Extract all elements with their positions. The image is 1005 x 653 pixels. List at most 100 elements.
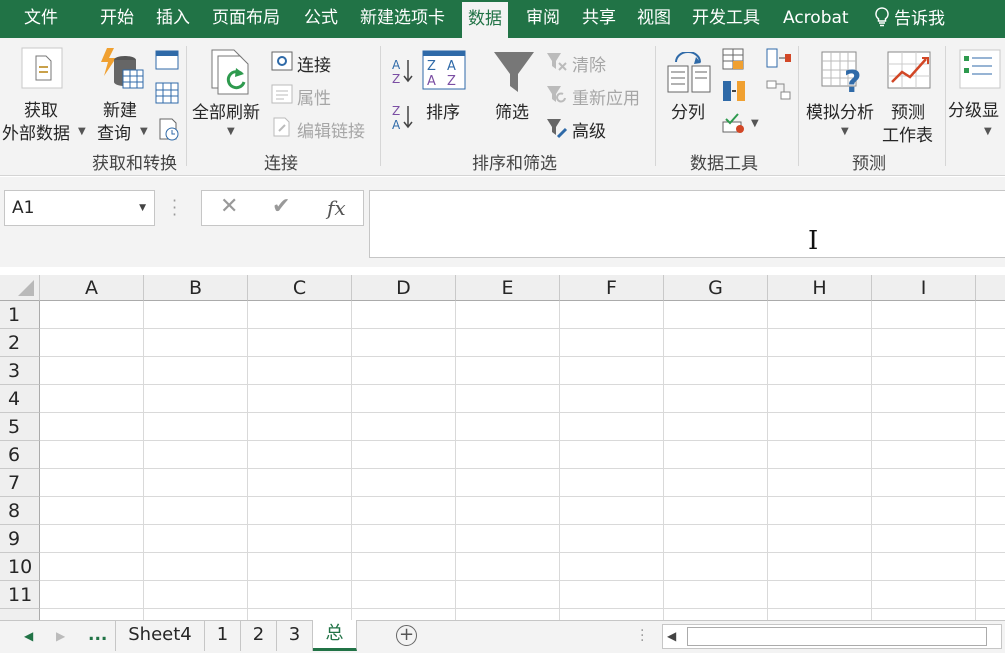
cell[interactable]	[976, 357, 1005, 385]
tell-me-box[interactable]: 告诉我	[874, 0, 945, 38]
cell[interactable]	[664, 385, 768, 413]
cell[interactable]	[144, 357, 248, 385]
cell[interactable]	[664, 441, 768, 469]
row-header[interactable]: 3	[0, 357, 40, 385]
sort-descending-icon[interactable]: ZA	[390, 102, 414, 132]
tab-page-layout[interactable]: 页面布局	[212, 0, 280, 38]
cell[interactable]	[976, 441, 1005, 469]
cell[interactable]	[40, 441, 144, 469]
cell[interactable]	[664, 525, 768, 553]
cell[interactable]	[352, 413, 456, 441]
column-header[interactable]: F	[560, 275, 664, 301]
cell[interactable]	[40, 525, 144, 553]
cell[interactable]	[768, 553, 872, 581]
cell[interactable]	[248, 357, 352, 385]
cell[interactable]	[352, 469, 456, 497]
tab-insert[interactable]: 插入	[156, 0, 190, 38]
show-queries-icon[interactable]	[155, 50, 179, 70]
cell[interactable]	[144, 413, 248, 441]
from-table-icon[interactable]	[155, 82, 179, 104]
cell[interactable]	[560, 553, 664, 581]
get-external-data-label-2[interactable]: 外部数据	[2, 119, 70, 144]
row-header[interactable]: 2	[0, 329, 40, 357]
cell[interactable]	[248, 301, 352, 329]
refresh-all-label[interactable]: 全部刷新	[192, 98, 260, 123]
advanced-button[interactable]: 高级	[572, 117, 606, 142]
cell[interactable]	[560, 385, 664, 413]
cell[interactable]	[248, 525, 352, 553]
column-header[interactable]: C	[248, 275, 352, 301]
cell[interactable]	[40, 609, 144, 620]
cell[interactable]	[248, 385, 352, 413]
row-header[interactable]: 1	[0, 301, 40, 329]
tab-file[interactable]: 文件	[24, 0, 58, 38]
cell[interactable]	[560, 441, 664, 469]
properties-button[interactable]: 属性	[297, 84, 331, 109]
cell[interactable]	[248, 441, 352, 469]
cell[interactable]	[560, 301, 664, 329]
splitter-handle-icon[interactable]: · · ·	[640, 624, 644, 648]
sheet-tab-1[interactable]: 1	[205, 621, 241, 651]
cell[interactable]	[768, 441, 872, 469]
cell[interactable]	[768, 581, 872, 609]
cell[interactable]	[144, 581, 248, 609]
cell[interactable]	[352, 385, 456, 413]
more-sheets-button[interactable]: ...	[88, 625, 107, 645]
scroll-left-arrow-icon[interactable]: ◀	[667, 629, 676, 643]
cell[interactable]	[456, 329, 560, 357]
cell[interactable]	[976, 609, 1005, 620]
chevron-down-icon[interactable]: ▼	[139, 191, 146, 225]
cell[interactable]	[560, 329, 664, 357]
chevron-down-icon[interactable]: ▼	[841, 126, 849, 137]
tab-formulas[interactable]: 公式	[304, 0, 338, 38]
sheet-tab-sheet4[interactable]: Sheet4	[115, 621, 205, 651]
what-if-analysis-button[interactable]: 模拟分析	[806, 98, 874, 123]
tab-share[interactable]: 共享	[582, 0, 616, 38]
cell[interactable]	[664, 553, 768, 581]
text-to-columns-button[interactable]: 分列	[671, 98, 705, 123]
cell[interactable]	[456, 581, 560, 609]
cell[interactable]	[40, 497, 144, 525]
worksheet-grid[interactable]: A B C D E F G H I 1 2 3 4 5 6 7 8 9 10 11	[0, 275, 1005, 620]
cell[interactable]	[144, 553, 248, 581]
cell[interactable]	[40, 553, 144, 581]
cell[interactable]	[976, 469, 1005, 497]
cell[interactable]	[144, 497, 248, 525]
cell[interactable]	[872, 581, 976, 609]
cell[interactable]	[872, 553, 976, 581]
cell[interactable]	[352, 357, 456, 385]
cell[interactable]	[872, 385, 976, 413]
consolidate-icon[interactable]	[766, 48, 792, 68]
cell[interactable]	[456, 385, 560, 413]
cancel-icon[interactable]: ✕	[220, 194, 238, 219]
edit-links-button[interactable]: 编辑链接	[297, 117, 365, 142]
cell[interactable]	[248, 553, 352, 581]
cell[interactable]	[872, 609, 976, 620]
insert-function-icon[interactable]: fx	[327, 196, 346, 220]
cell[interactable]	[40, 469, 144, 497]
cell[interactable]	[456, 413, 560, 441]
cell[interactable]	[976, 385, 1005, 413]
chevron-down-icon[interactable]: ▼	[227, 126, 235, 137]
cell[interactable]	[40, 301, 144, 329]
tab-view[interactable]: 视图	[637, 0, 671, 38]
row-header[interactable]: 11	[0, 581, 40, 609]
sort-ascending-icon[interactable]: AZ	[390, 56, 414, 86]
relationships-icon[interactable]	[766, 80, 792, 100]
filter-button[interactable]: 筛选	[495, 98, 529, 123]
cell[interactable]	[872, 413, 976, 441]
cell[interactable]	[40, 385, 144, 413]
remove-duplicates-icon[interactable]	[722, 80, 746, 102]
cell[interactable]	[872, 525, 976, 553]
column-header[interactable]: G	[664, 275, 768, 301]
cell[interactable]	[560, 413, 664, 441]
cell[interactable]	[976, 329, 1005, 357]
tab-data[interactable]: 数据	[462, 2, 508, 38]
cell[interactable]	[768, 497, 872, 525]
row-header[interactable]: 8	[0, 497, 40, 525]
column-header[interactable]: H	[768, 275, 872, 301]
sheet-tab-2[interactable]: 2	[241, 621, 277, 651]
recent-sources-icon[interactable]	[157, 117, 181, 141]
cell[interactable]	[976, 581, 1005, 609]
chevron-down-icon[interactable]: ▼	[140, 126, 148, 137]
